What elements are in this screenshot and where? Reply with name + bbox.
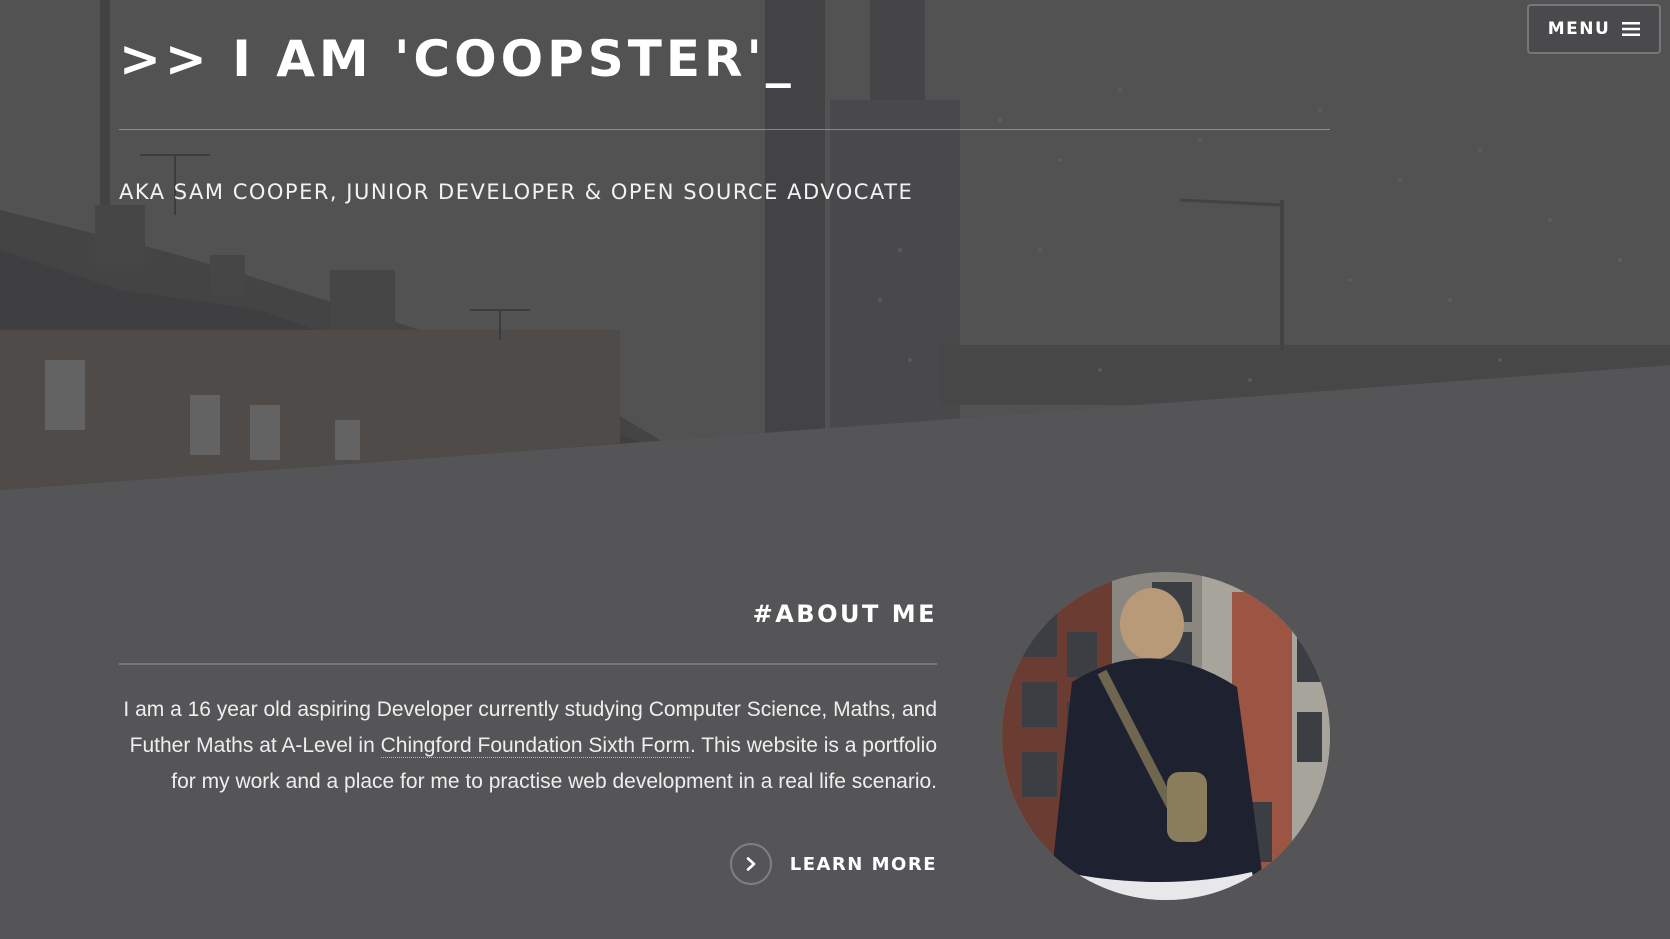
hero-subtitle: AKA SAM COOPER, JUNIOR DEVELOPER & OPEN … (119, 180, 914, 204)
menu-label: MENU (1547, 19, 1611, 39)
about-paragraph: I am a 16 year old aspiring Developer cu… (119, 692, 937, 800)
hamburger-icon (1622, 21, 1641, 37)
hero-banner: >> I AM 'COOPSTER'_ AKA SAM COOPER, JUNI… (0, 0, 1670, 490)
chevron-right-icon (729, 843, 772, 885)
school-link[interactable]: Chingford Foundation Sixth Form (380, 734, 690, 758)
learn-more-button[interactable]: LEARN MORE (729, 843, 937, 885)
page: >> I AM 'COOPSTER'_ AKA SAM COOPER, JUNI… (0, 0, 1670, 939)
about-heading: #ABOUT ME (752, 600, 937, 628)
profile-photo (1002, 572, 1330, 900)
about-divider (119, 663, 937, 665)
site-title: >> I AM 'COOPSTER'_ (119, 30, 795, 88)
menu-button[interactable]: MENU (1527, 4, 1661, 54)
learn-more-label: LEARN MORE (789, 853, 937, 875)
hero-divider (119, 129, 1330, 130)
